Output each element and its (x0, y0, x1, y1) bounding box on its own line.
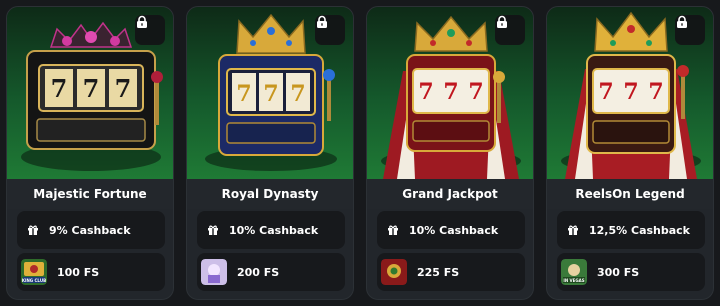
gift-icon (568, 225, 578, 235)
lock-icon (317, 15, 327, 28)
svg-text:7: 7 (51, 74, 68, 103)
svg-text:7: 7 (443, 79, 458, 105)
svg-text:7: 7 (648, 79, 663, 105)
lock-icon (677, 15, 687, 28)
game-thumb-icon: IN VEGAS (561, 259, 587, 285)
game-thumb-icon (381, 259, 407, 285)
freespins-row: 200 FS (197, 253, 345, 291)
game-thumb-icon (201, 259, 227, 285)
slot-machine-artwork: 7 7 7 (7, 7, 173, 179)
lock-button[interactable] (315, 15, 345, 45)
cashback-row: 10% Cashback (377, 211, 525, 249)
svg-text:7: 7 (598, 79, 613, 105)
level-card[interactable]: 7 7 7 Royal Dynasty 10% Cashback 200 FS (186, 6, 354, 300)
card-title: Grand Jackpot (367, 179, 533, 209)
svg-text:7: 7 (115, 74, 132, 103)
level-card[interactable]: 7 7 7 ReelsOn Legend 12,5% Cashback IN V… (546, 6, 714, 300)
thumb-label: KING CLUB (22, 278, 46, 283)
cashback-text: 10% Cashback (229, 223, 319, 237)
freespins-row: KING CLUB 100 FS (17, 253, 165, 291)
gift-icon (388, 225, 398, 235)
svg-text:7: 7 (623, 79, 638, 105)
slot-machine-artwork: 7 7 7 (547, 7, 713, 179)
svg-text:7: 7 (263, 81, 278, 107)
lock-button[interactable] (135, 15, 165, 45)
cashback-text: 9% Cashback (49, 223, 131, 237)
level-card[interactable]: 7 7 7 Majestic Fortune 9% Cashback KING … (6, 6, 174, 300)
lock-icon (497, 15, 507, 28)
card-title: ReelsOn Legend (547, 179, 713, 209)
slot-machine-artwork: 7 7 7 (187, 7, 353, 179)
card-title: Royal Dynasty (187, 179, 353, 209)
vip-levels-grid: 7 7 7 Majestic Fortune 9% Cashback KING … (0, 0, 720, 306)
level-card[interactable]: 7 7 7 Grand Jackpot 10% Cashback 225 FS (366, 6, 534, 300)
cashback-text: 12,5% Cashback (589, 223, 690, 237)
freespins-row: 225 FS (377, 253, 525, 291)
freespins-row: IN VEGAS 300 FS (557, 253, 705, 291)
gift-icon (28, 225, 38, 235)
lock-button[interactable] (675, 15, 705, 45)
svg-text:7: 7 (236, 81, 251, 107)
thumb-label: IN VEGAS (563, 278, 584, 283)
lock-button[interactable] (495, 15, 525, 45)
card-title: Majestic Fortune (7, 179, 173, 209)
svg-text:7: 7 (83, 74, 100, 103)
freespins-text: 225 FS (417, 265, 460, 279)
cashback-row: 9% Cashback (17, 211, 165, 249)
gift-icon (208, 225, 218, 235)
game-thumb-icon: KING CLUB (21, 259, 47, 285)
svg-text:7: 7 (418, 79, 433, 105)
cashback-text: 10% Cashback (409, 223, 499, 237)
lock-icon (137, 15, 147, 28)
freespins-text: 100 FS (57, 265, 100, 279)
freespins-text: 300 FS (597, 265, 640, 279)
cashback-row: 12,5% Cashback (557, 211, 705, 249)
svg-text:7: 7 (468, 79, 483, 105)
slot-machine-artwork: 7 7 7 (367, 7, 533, 179)
freespins-text: 200 FS (237, 265, 280, 279)
svg-text:7: 7 (290, 81, 305, 107)
cashback-row: 10% Cashback (197, 211, 345, 249)
